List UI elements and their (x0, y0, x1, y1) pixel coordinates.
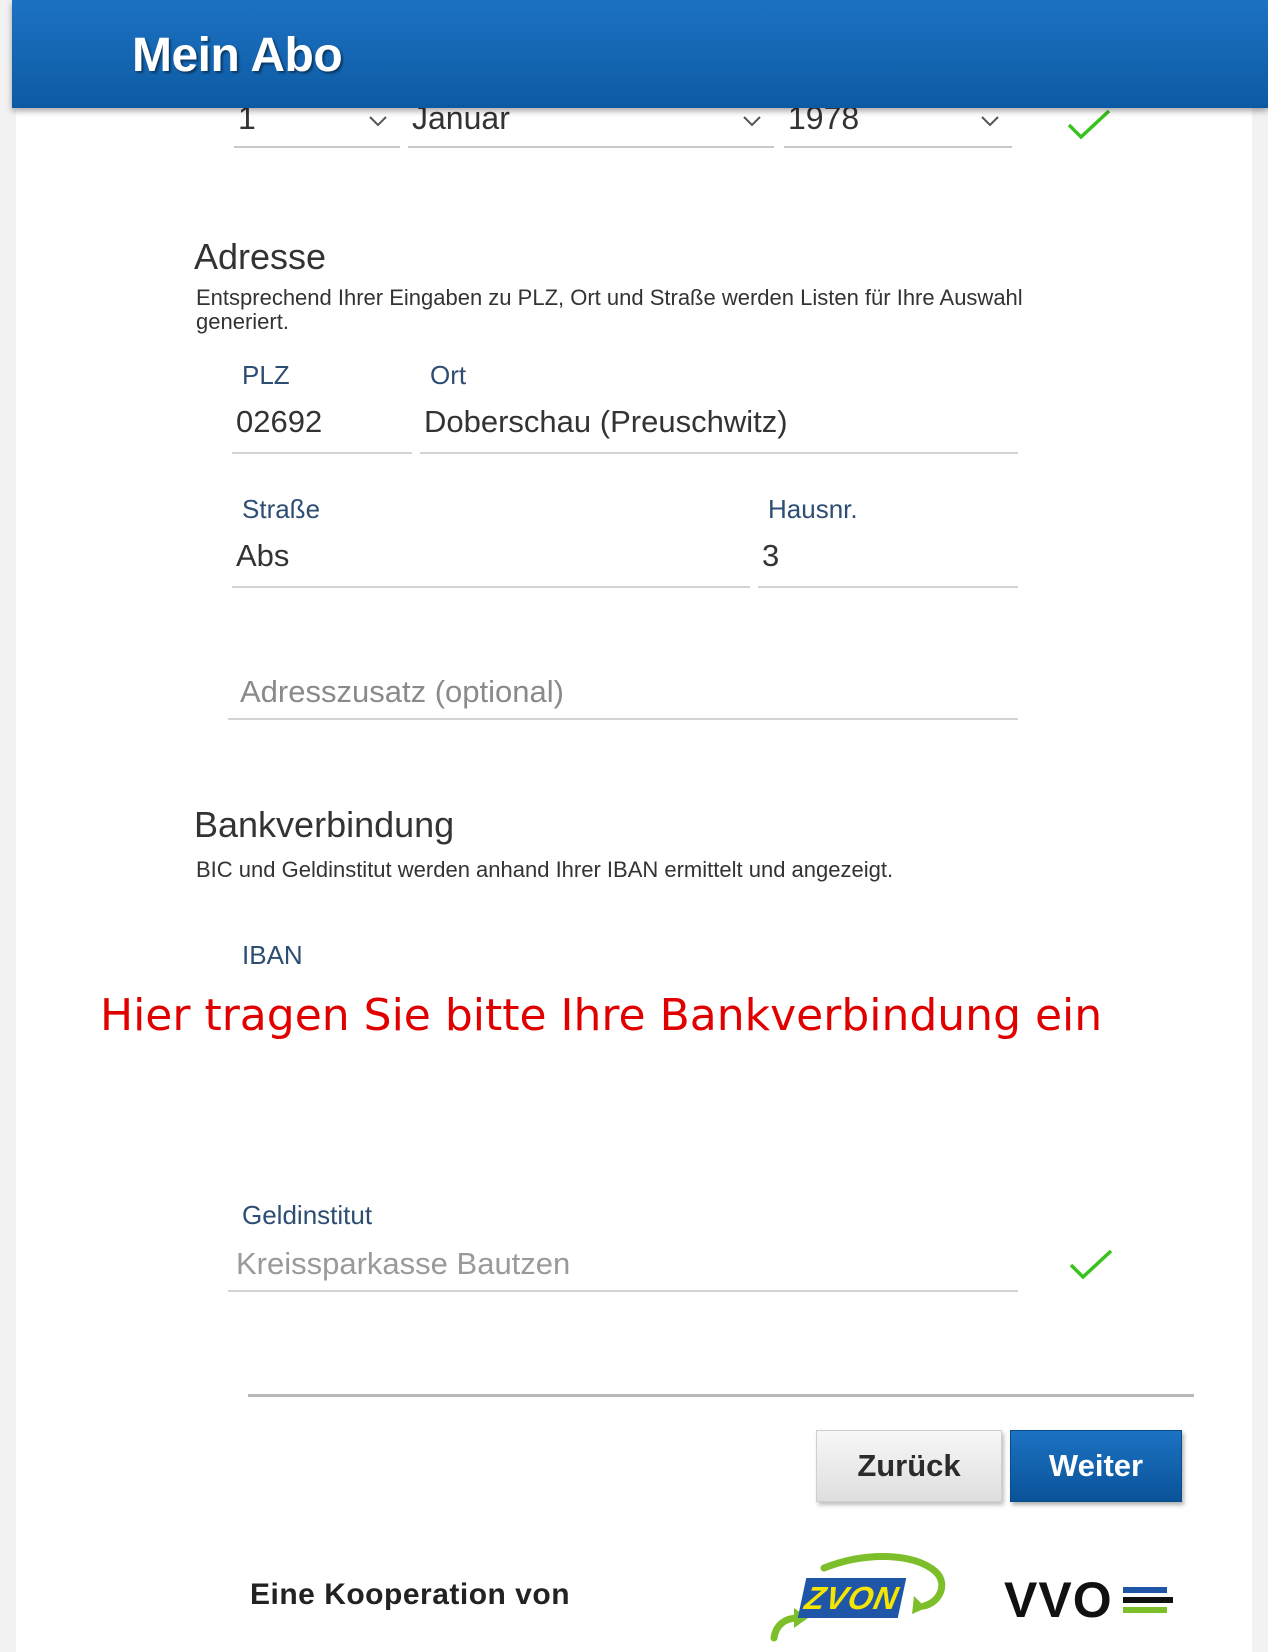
house-number-value: 3 (762, 538, 780, 573)
plz-value: 02692 (236, 404, 323, 439)
page-title: Mein Abo (132, 29, 343, 82)
back-button[interactable]: Zurück (816, 1430, 1002, 1502)
chevron-down-icon (742, 114, 761, 128)
app-bar: Mein Abo (12, 0, 1268, 108)
vvo-logo: VVO (1004, 1570, 1175, 1630)
ort-input[interactable]: Doberschau (Preuschwitz) (420, 400, 1018, 454)
ort-value: Doberschau (Preuschwitz) (424, 404, 788, 439)
bank-section-title: Bankverbindung (194, 804, 455, 845)
address-extra-input[interactable]: Adresszusatz (optional) (228, 666, 1018, 720)
address-section-title: Adresse (194, 236, 327, 277)
divider (248, 1394, 1194, 1397)
street-label: Straße (242, 494, 321, 524)
address-extra-placeholder: Adresszusatz (optional) (240, 674, 564, 709)
zvon-logo-text: ZVON (797, 1578, 907, 1618)
ort-label: Ort (430, 360, 467, 390)
cooperation-text: Eine Kooperation von (250, 1578, 571, 1611)
next-button[interactable]: Weiter (1010, 1430, 1182, 1502)
bank-section-description: BIC und Geldinstitut werden anhand Ihrer… (196, 857, 894, 882)
institute-label: Geldinstitut (242, 1200, 373, 1230)
iban-label: IBAN (242, 940, 303, 970)
plz-label: PLZ (242, 360, 290, 390)
street-input[interactable]: Abs (232, 534, 750, 588)
house-number-label: Hausnr. (768, 494, 858, 524)
checkmark-icon (1066, 108, 1112, 142)
zvon-logo: ZVON (764, 1546, 964, 1646)
plz-input[interactable]: 02692 (232, 400, 412, 454)
institute-value: Kreissparkasse Bautzen (236, 1246, 571, 1281)
chevron-down-icon (368, 114, 387, 128)
annotation-text: Hier tragen Sie bitte Ihre Bankverbindun… (100, 990, 1103, 1041)
chevron-down-icon (980, 114, 999, 128)
street-value: Abs (236, 538, 290, 573)
house-number-input[interactable]: 3 (758, 534, 1018, 588)
vvo-logo-text: VVO (1004, 1572, 1113, 1628)
address-section-description: Entsprechend Ihrer Eingaben zu PLZ, Ort … (196, 285, 1023, 334)
checkmark-icon (1068, 1248, 1114, 1282)
institute-input: Kreissparkasse Bautzen (228, 1238, 1018, 1292)
